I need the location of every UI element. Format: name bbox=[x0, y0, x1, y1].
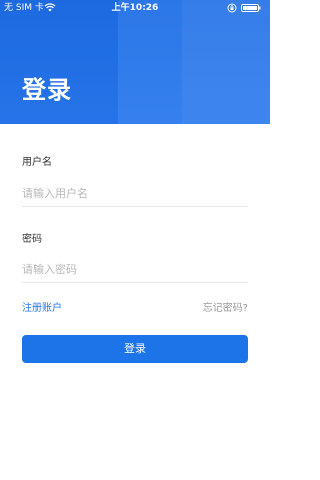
battery-icon bbox=[241, 4, 261, 12]
status-bar: 无 SIM 卡 上午10:26 bbox=[0, 0, 270, 16]
register-link[interactable]: 注册账户 bbox=[22, 299, 62, 314]
header-band bbox=[0, 0, 118, 124]
password-input[interactable] bbox=[22, 256, 248, 283]
header-banner: 无 SIM 卡 上午10:26 登录 bbox=[0, 0, 270, 124]
username-label: 用户名 bbox=[22, 157, 52, 168]
login-button[interactable]: 登录 bbox=[22, 335, 248, 363]
password-label: 密码 bbox=[22, 234, 42, 245]
rotation-lock-icon bbox=[227, 3, 237, 13]
forgot-password-link[interactable]: 忘记密码? bbox=[203, 299, 248, 314]
page-title: 登录 bbox=[22, 76, 72, 104]
header-band bbox=[182, 0, 270, 124]
username-input[interactable] bbox=[22, 180, 248, 207]
header-band bbox=[118, 0, 182, 124]
